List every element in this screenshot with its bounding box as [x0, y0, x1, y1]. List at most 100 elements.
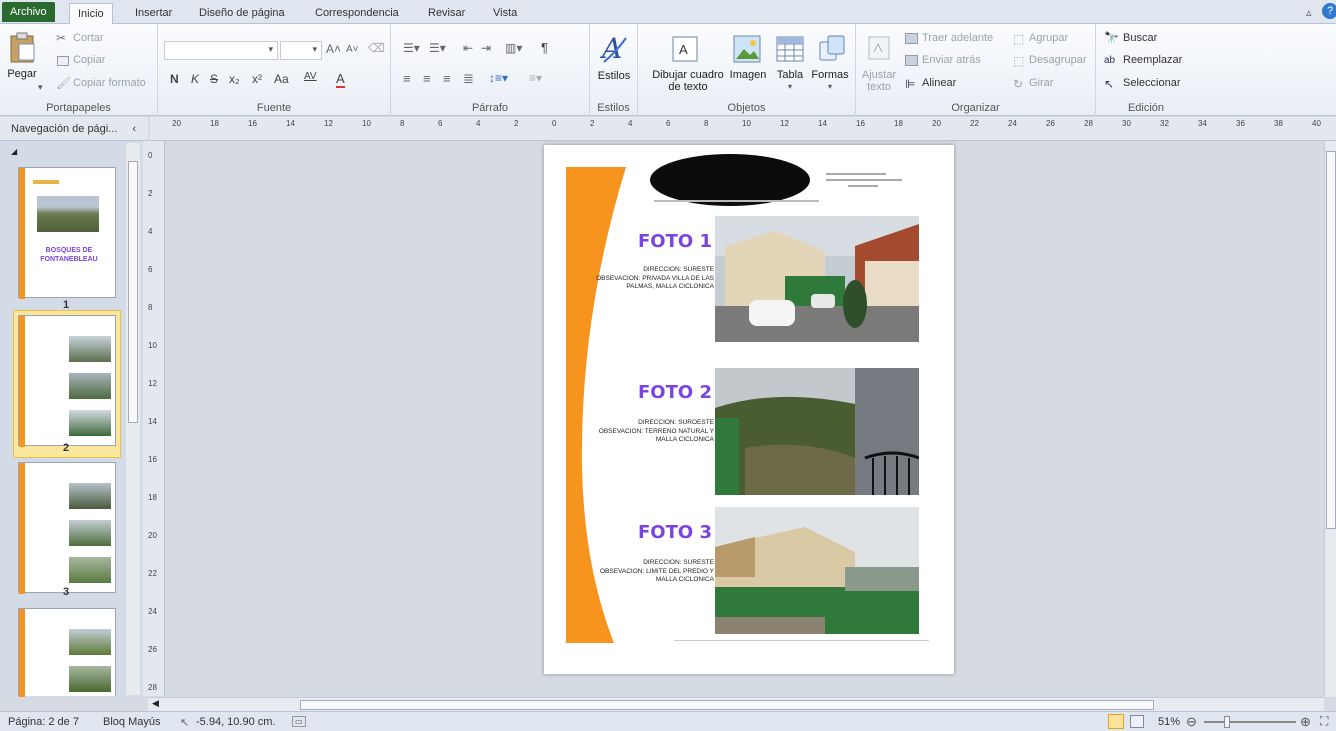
- superscript-button[interactable]: x²: [252, 72, 262, 86]
- ruler-tick-label: 30: [1122, 119, 1131, 128]
- vertical-ruler[interactable]: 0 2 4 6 8 10 12 14 16 18 20 22 24 26 28: [143, 141, 165, 696]
- ruler-tick-label: 14: [286, 119, 295, 128]
- ruler-tick-label: 2: [148, 189, 153, 198]
- cursor-coordinates: -5.94, 10.90 cm.: [196, 716, 276, 728]
- tab-revisar[interactable]: Revisar: [420, 3, 473, 24]
- minimize-ribbon-icon[interactable]: ▵: [1306, 6, 1312, 19]
- grow-font-icon[interactable]: A˄: [326, 42, 341, 56]
- collapse-nav-icon[interactable]: ‹: [132, 117, 136, 141]
- shapes-dropdown-icon[interactable]: ▾: [828, 82, 832, 91]
- replace-button[interactable]: Reemplazar: [1123, 54, 1182, 66]
- zoom-level[interactable]: 51%: [1158, 716, 1180, 728]
- draw-textbox-button[interactable]: Dibujar cuadro de texto: [646, 69, 730, 93]
- horizontal-ruler[interactable]: 20 18 16 14 12 10 8 6 4 2 0 2 4 6 8 10 12 14 16 18 20 22 24 26 2…: [150, 117, 1336, 141]
- zoom-slider[interactable]: [1204, 716, 1296, 728]
- wrap-text-button[interactable]: Ajustar texto: [858, 69, 900, 93]
- single-page-view-icon[interactable]: [1108, 714, 1124, 729]
- shrink-font-icon[interactable]: A˅: [346, 44, 359, 55]
- ruler-tick-label: 8: [148, 303, 153, 312]
- foto-2-image[interactable]: [715, 368, 919, 495]
- align-button[interactable]: Alinear: [922, 77, 956, 89]
- align-center-icon[interactable]: ≡: [423, 71, 431, 86]
- bring-forward-button[interactable]: Traer adelante: [922, 32, 993, 44]
- send-backward-button[interactable]: Enviar atrás: [922, 54, 981, 66]
- find-button[interactable]: Buscar: [1123, 32, 1157, 44]
- vertical-scrollbar[interactable]: [1324, 141, 1336, 697]
- tab-archivo[interactable]: Archivo: [2, 2, 55, 22]
- font-name-combo[interactable]: ▾: [164, 41, 278, 60]
- expand-triangle-icon[interactable]: ◢: [11, 147, 17, 156]
- ruler-tick-label: 24: [148, 607, 157, 616]
- ruler-tick-label: 18: [894, 119, 903, 128]
- clear-format-icon[interactable]: ⌫: [368, 41, 385, 55]
- zoom-in-icon[interactable]: ⊕: [1300, 714, 1311, 730]
- shading-icon[interactable]: ≡▾: [529, 71, 542, 85]
- foto-3-image[interactable]: [715, 507, 919, 634]
- rotate-button[interactable]: Girar: [1029, 77, 1053, 89]
- bullets-icon[interactable]: ☰▾: [403, 41, 420, 55]
- subscript-button[interactable]: x₂: [229, 72, 240, 86]
- nav-scrollbar[interactable]: [126, 143, 140, 695]
- paste-dropdown-icon[interactable]: ▾: [38, 82, 43, 93]
- justify-icon[interactable]: ≣: [463, 71, 474, 87]
- tab-correspondencia[interactable]: Correspondencia: [307, 3, 407, 24]
- tab-inicio[interactable]: Inicio: [69, 3, 113, 25]
- align-right-icon[interactable]: ≡: [443, 71, 451, 86]
- pilcrow-button[interactable]: ¶: [541, 40, 548, 55]
- copy-button[interactable]: Copiar: [73, 54, 105, 66]
- page-thumbnail-2[interactable]: [18, 315, 116, 447]
- two-page-view-icon[interactable]: [1130, 715, 1144, 728]
- tab-diseno-pagina[interactable]: Diseño de página: [191, 3, 293, 24]
- format-painter-button[interactable]: Copiar formato: [73, 77, 146, 89]
- line-spacing-icon[interactable]: ↕≡▾: [489, 71, 508, 85]
- shapes-button[interactable]: Formas: [810, 69, 850, 81]
- align-left-icon[interactable]: ≡: [403, 71, 411, 86]
- font-size-combo[interactable]: ▾: [280, 41, 322, 60]
- ruler-tick-label: 14: [818, 119, 827, 128]
- page-count-status[interactable]: Página: 2 de 7: [8, 716, 79, 728]
- group-label-portapapeles: Portapapeles: [46, 102, 111, 114]
- change-case-button[interactable]: Aa: [274, 72, 289, 86]
- increase-indent-icon[interactable]: ⇥: [481, 41, 491, 55]
- table-button[interactable]: Tabla: [772, 69, 808, 81]
- char-spacing-button[interactable]: AV: [304, 71, 317, 82]
- fit-window-icon[interactable]: ⛶: [1320, 714, 1328, 729]
- ruler-tick-label: 8: [704, 119, 709, 128]
- select-button[interactable]: Seleccionar: [1123, 77, 1180, 89]
- scissors-icon: ✂: [56, 31, 67, 45]
- table-icon: [776, 36, 804, 62]
- styles-button[interactable]: Estilos: [590, 70, 638, 82]
- columns-icon[interactable]: ▥▾: [505, 41, 522, 55]
- ruler-tick-label: 10: [742, 119, 751, 128]
- table-dropdown-icon[interactable]: ▾: [788, 82, 792, 91]
- zoom-out-icon[interactable]: ⊖: [1186, 714, 1197, 730]
- group-label-fuente: Fuente: [256, 102, 292, 114]
- page-thumbnail-3[interactable]: [18, 462, 116, 594]
- page-thumbnail-4[interactable]: [18, 608, 116, 697]
- document-page[interactable]: FOTO 1 DIRECCION: SURESTE OBSEVACION: PR…: [544, 145, 954, 674]
- strikethrough-button[interactable]: S: [210, 72, 218, 86]
- scroll-left-icon[interactable]: ◀: [152, 698, 159, 709]
- decrease-indent-icon[interactable]: ⇤: [463, 41, 473, 55]
- foto-1-image[interactable]: [715, 216, 919, 342]
- numbering-icon[interactable]: ☰▾: [429, 41, 446, 55]
- tab-insertar[interactable]: Insertar: [127, 3, 180, 24]
- ungroup-button[interactable]: Desagrupar: [1029, 54, 1086, 66]
- group-button[interactable]: Agrupar: [1029, 32, 1068, 44]
- italic-button[interactable]: K: [191, 72, 199, 86]
- paste-button[interactable]: Pegar: [4, 68, 40, 80]
- cut-button[interactable]: Cortar: [73, 32, 104, 44]
- image-button[interactable]: Imagen: [728, 69, 768, 81]
- ruler-tick-label: 22: [148, 569, 157, 578]
- font-color-button[interactable]: A: [336, 71, 345, 88]
- draw-textbox-label-2: de texto: [668, 81, 708, 93]
- ruler-tick-label: 6: [148, 265, 153, 274]
- horizontal-scrollbar[interactable]: ◀: [148, 697, 1324, 711]
- bold-button[interactable]: N: [170, 72, 179, 86]
- ruler-tick-label: 16: [248, 119, 257, 128]
- ruler-tick-label: 18: [210, 119, 219, 128]
- tab-vista[interactable]: Vista: [485, 3, 525, 24]
- page-thumbnail-1[interactable]: BOSQUES DE FONTANEBLEAU: [18, 167, 116, 299]
- help-icon[interactable]: ?: [1322, 3, 1336, 19]
- group-paragraph: ☰▾ ☰▾ ⇤ ⇥ ▥▾ ¶ ≡ ≡ ≡ ≣ ↕≡▾ ≡▾ Párrafo: [391, 24, 590, 116]
